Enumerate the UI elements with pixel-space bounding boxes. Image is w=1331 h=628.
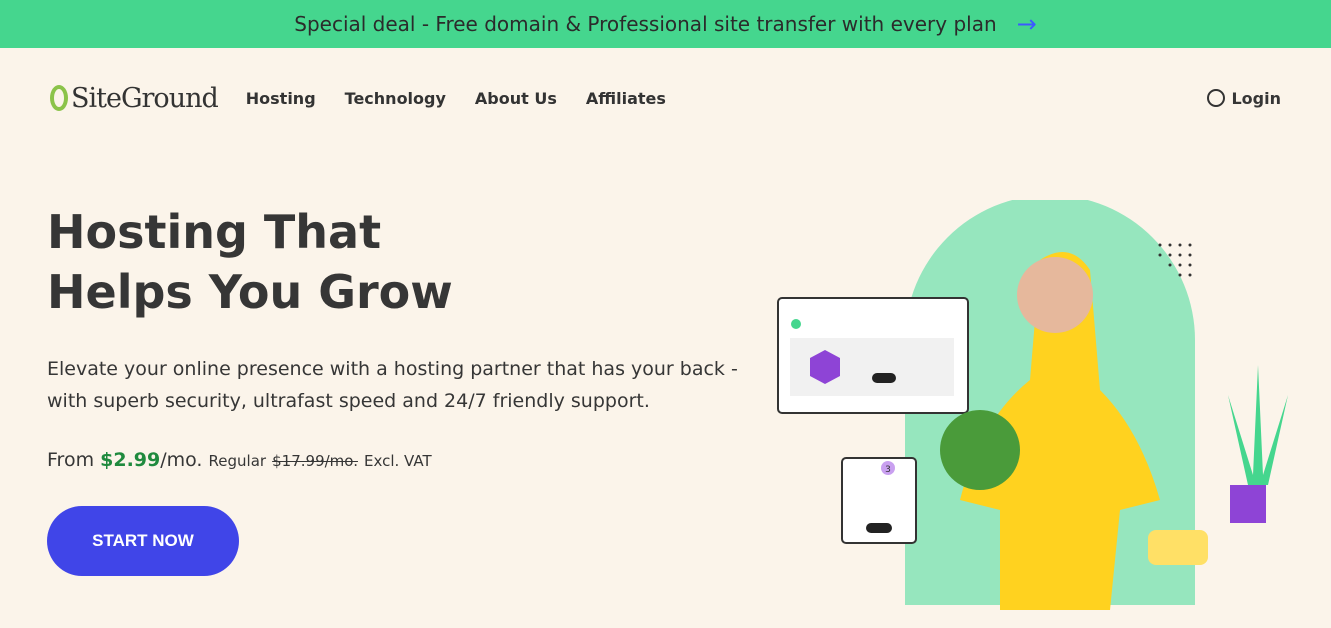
- user-icon: [1207, 89, 1226, 107]
- regular-label: Regular: [208, 452, 267, 470]
- cushion-icon: [1148, 530, 1208, 565]
- title-line-1: Hosting That: [47, 205, 382, 259]
- nav-affiliates[interactable]: Affiliates: [586, 89, 666, 108]
- hero-illustration: 3: [777, 200, 1288, 610]
- plant-icon: [940, 410, 1020, 490]
- regular-price: $17.99/mo.: [272, 452, 358, 470]
- page-title: Hosting That Helps You Grow: [47, 202, 453, 322]
- price-amount: $2.99: [100, 449, 161, 471]
- hero-subtitle: Elevate your online presence with a host…: [47, 358, 738, 412]
- arrow-right-icon[interactable]: →: [1017, 10, 1037, 38]
- pricing-line: From $2.99/mo. Regular $17.99/mo. Excl. …: [47, 449, 432, 471]
- logo-icon: [50, 85, 68, 111]
- login-link[interactable]: Login: [1207, 89, 1281, 108]
- person-face: [1017, 257, 1093, 333]
- potted-plant-icon: [1230, 485, 1266, 523]
- vat-note: Excl. VAT: [364, 452, 432, 470]
- promo-text: Special deal - Free domain & Professiona…: [294, 12, 997, 36]
- title-line-2: Helps You Grow: [47, 265, 453, 319]
- promo-banner[interactable]: Special deal - Free domain & Professiona…: [0, 0, 1331, 48]
- price-suffix: /mo.: [160, 449, 203, 471]
- start-now-button[interactable]: START NOW: [47, 506, 239, 576]
- cart-badge: 3: [885, 465, 891, 475]
- nav-about-us[interactable]: About Us: [475, 89, 557, 108]
- logo-text: SiteGround: [71, 82, 219, 114]
- nav-hosting[interactable]: Hosting: [246, 89, 316, 108]
- nav-technology[interactable]: Technology: [345, 89, 446, 108]
- siteground-logo[interactable]: SiteGround: [50, 82, 219, 114]
- main-nav: SiteGround Hosting Technology About Us A…: [50, 78, 1281, 118]
- price-prefix: From: [47, 449, 101, 471]
- login-label: Login: [1231, 88, 1281, 108]
